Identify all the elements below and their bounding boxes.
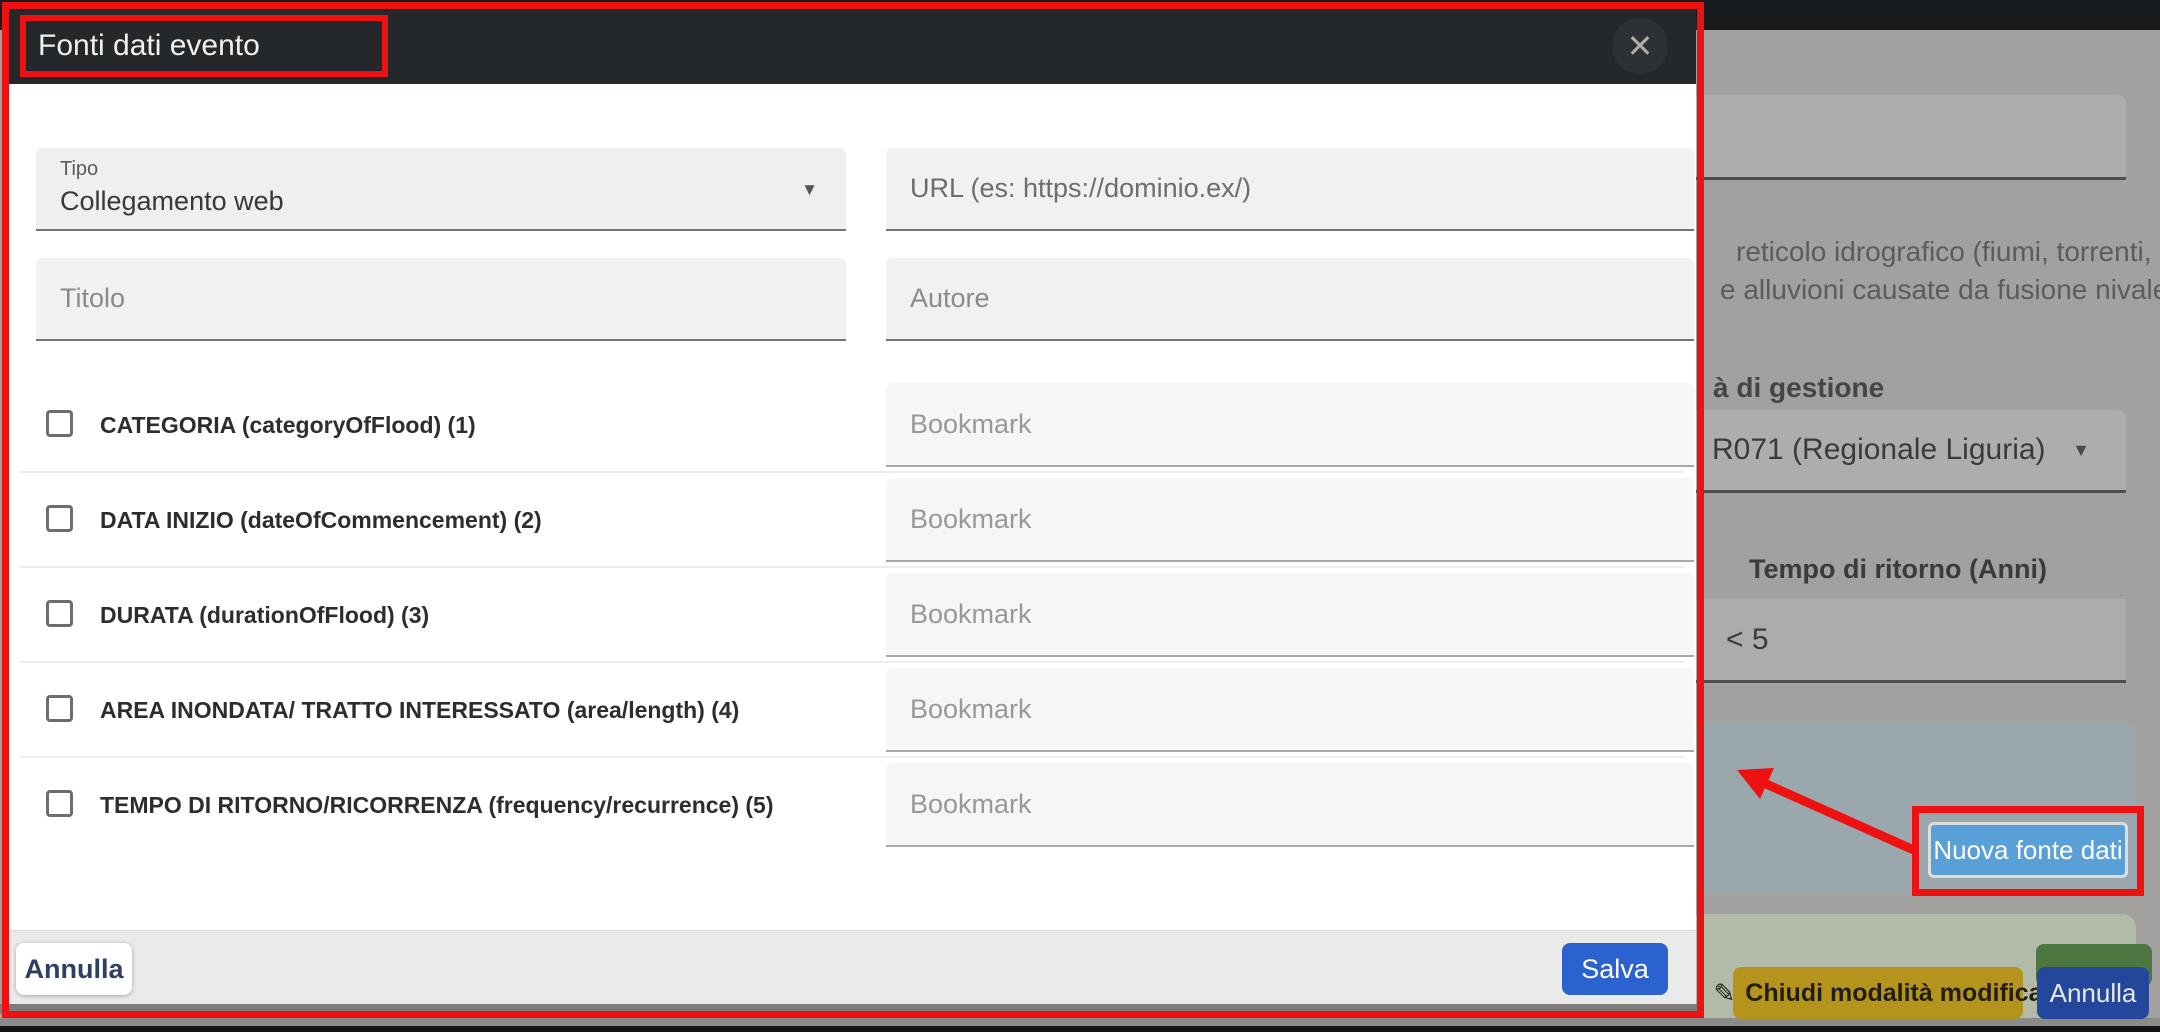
tempo-ritorno-checkbox[interactable] — [46, 790, 73, 817]
autore-input[interactable] — [886, 258, 1694, 341]
data-inizio-label: DATA INIZIO (dateOfCommencement) (2) — [100, 506, 542, 533]
flood-description-line1: reticolo idrografico (fiumi, torrenti, — [1736, 236, 2152, 267]
dialog-header: Fonti dati evento ✕ — [8, 8, 1696, 84]
page-bottom-dark-bar — [0, 1026, 2160, 1032]
flood-description-line2: e alluvioni causate da fusione nivale) — [1720, 274, 2160, 305]
tipo-select-label: Tipo — [60, 158, 99, 180]
durata-bookmark-input[interactable] — [886, 573, 1694, 657]
modal-bottom-shadow — [0, 1004, 1704, 1014]
tipo-select[interactable]: Tipo Collegamento web ▼ — [36, 148, 846, 231]
row-divider — [20, 756, 1684, 758]
page-bottom-gray-strip — [0, 1018, 2160, 1026]
area-inondata-checkbox[interactable] — [46, 695, 73, 722]
tipo-select-value: Collegamento web — [60, 186, 284, 216]
gestione-select-value: R071 (Regionale Liguria) — [1712, 433, 2046, 466]
categoria-bookmark-input[interactable] — [886, 383, 1694, 467]
tempo-ritorno-row-label: TEMPO DI RITORNO/RICORRENZA (frequency/r… — [100, 791, 774, 818]
durata-label: DURATA (durationOfFlood) (3) — [100, 601, 430, 628]
close-button[interactable]: ✕ — [1612, 18, 1668, 74]
chiudi-modalita-modifica-label: Chiudi modalità modifica — [1745, 978, 2043, 1007]
salva-button[interactable]: Salva — [1562, 943, 1668, 995]
durata-checkbox[interactable] — [46, 600, 73, 627]
chiudi-modalita-modifica-button[interactable]: ✎ Chiudi modalità modifica — [1713, 967, 2043, 1019]
data-inizio-bookmark-input[interactable] — [886, 478, 1694, 562]
area-inondata-label: AREA INONDATA/ TRATTO INTERESSATO (area/… — [100, 696, 740, 723]
fonti-dati-evento-dialog: Fonti dati evento ✕ Tipo Collegamento we… — [8, 8, 1696, 1004]
annulla-button[interactable]: Annulla — [16, 943, 132, 995]
edit-pencil-icon: ✎ — [1713, 977, 1736, 1008]
categoria-label: CATEGORIA (categoryOfFlood) (1) — [100, 411, 476, 438]
area-inondata-bookmark-input[interactable] — [886, 668, 1694, 752]
chevron-down-icon: ▼ — [2072, 439, 2090, 460]
data-inizio-checkbox[interactable] — [46, 505, 73, 532]
tempo-ritorno-label: Tempo di ritorno (Anni) — [1749, 554, 2047, 584]
tempo-ritorno-value: < 5 — [1726, 622, 1769, 656]
row-divider — [20, 661, 1684, 663]
row-divider — [20, 566, 1684, 568]
nuova-fonte-dati-button[interactable]: Nuova fonte dati — [1928, 822, 2128, 878]
titolo-input[interactable] — [36, 258, 846, 341]
annotation-title-box — [20, 15, 388, 77]
chevron-down-icon: ▼ — [801, 180, 818, 199]
page-annulla-button[interactable]: Annulla — [2037, 967, 2149, 1019]
row-divider — [20, 471, 1684, 473]
gestione-label: à di gestione — [1713, 372, 1885, 403]
categoria-checkbox[interactable] — [46, 410, 73, 437]
close-icon: ✕ — [1626, 28, 1654, 64]
tempo-ritorno-bookmark-input[interactable] — [886, 763, 1694, 847]
url-input[interactable] — [886, 148, 1694, 231]
dialog-footer: Annulla Salva — [8, 930, 1696, 1004]
